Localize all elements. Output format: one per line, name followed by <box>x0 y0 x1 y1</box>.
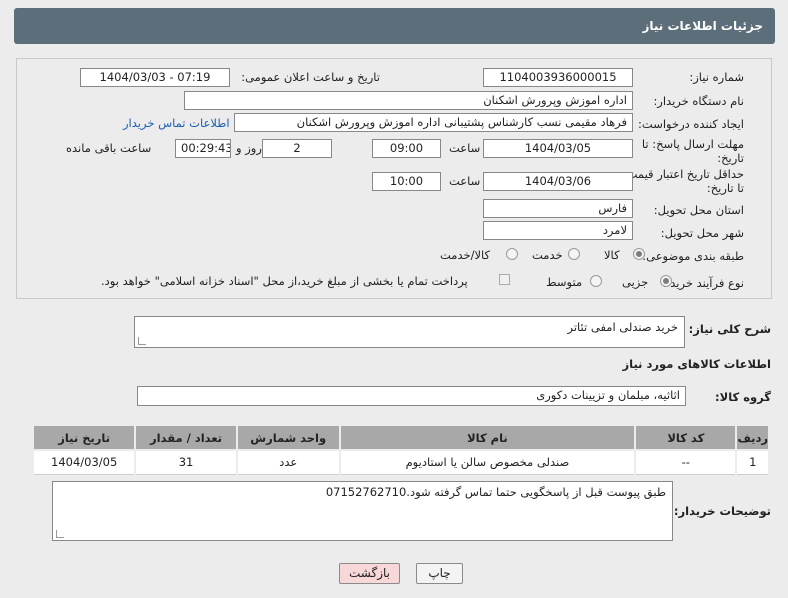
delivery-province-field: فارس <box>483 199 633 218</box>
reply-deadline-time-field: 09:00 <box>372 139 441 158</box>
reply-deadline-date-field: 1404/03/05 <box>483 139 633 158</box>
table-header-row: ردیف کد کالا نام کالا واحد شمارش تعداد /… <box>31 424 770 451</box>
category-radio-goods-service[interactable] <box>506 248 518 260</box>
purchase-process-label: نوع فرآیند خرید : <box>662 276 744 290</box>
treasury-note: پرداخت تمام یا بخشی از مبلغ خرید،از محل … <box>101 274 468 288</box>
description-text: خرید صندلی امفی تئاتر <box>567 320 679 334</box>
need-number-label: شماره نیاز: <box>689 70 744 84</box>
requester-label: ایجاد کننده درخواست: <box>638 117 744 131</box>
buyer-org-field: اداره اموزش وپرورش اشکنان <box>184 91 633 110</box>
delivery-province-label: استان محل تحویل: <box>653 203 744 217</box>
announce-datetime-field: 1404/03/03 - 07:19 <box>80 68 230 87</box>
price-validity-label-2: تا تاریخ: <box>706 181 744 195</box>
page-title: جزئیات اطلاعات نیاز <box>642 19 763 33</box>
cell-quantity: 31 <box>134 449 238 475</box>
treasury-checkbox[interactable] <box>499 274 510 285</box>
reply-deadline-label-2: تاریخ: <box>717 151 744 165</box>
reply-deadline-label: مهلت ارسال پاسخ: تا <box>641 137 744 151</box>
cell-item-name: صندلی مخصوص سالن یا استادیوم <box>338 449 637 475</box>
process-option-minor: جزیی <box>622 275 649 289</box>
need-number-field: 1104003936000015 <box>483 68 633 87</box>
delivery-city-field: لامرد <box>483 221 633 240</box>
remaining-time-label: ساعت باقی مانده <box>66 141 152 155</box>
col-row-number: ردیف <box>735 424 770 451</box>
goods-group-field: اثاثیه، مبلمان و تزیینات دکوری <box>137 386 686 406</box>
goods-group-label: گروه کالا: <box>715 390 771 404</box>
goods-table: ردیف کد کالا نام کالا واحد شمارش تعداد /… <box>31 424 770 475</box>
description-label: شرح کلی نیاز: <box>688 322 771 336</box>
category-radio-goods[interactable] <box>633 248 645 260</box>
remaining-time-field: 00:29:43 <box>175 139 231 158</box>
price-validity-time-field: 10:00 <box>372 172 441 191</box>
col-item-name: نام کالا <box>338 424 637 451</box>
announce-datetime-label: تاریخ و ساعت اعلان عمومی: <box>241 70 380 84</box>
category-radio-service[interactable] <box>568 248 580 260</box>
requester-field: فرهاد مقیمی نسب کارشناس پشتیبانی اداره ا… <box>234 113 633 132</box>
table-row: 1 -- صندلی مخصوص سالن یا استادیوم عدد 31… <box>31 449 770 475</box>
resize-grip-icon[interactable] <box>56 530 64 538</box>
price-validity-time-label: ساعت <box>449 174 481 188</box>
category-label: طبقه بندی موضوعی: <box>642 249 744 263</box>
process-option-medium: متوسط <box>546 275 583 289</box>
process-radio-medium[interactable] <box>590 275 602 287</box>
back-button[interactable]: بازگشت <box>339 563 400 584</box>
process-radio-minor[interactable] <box>660 275 672 287</box>
buyer-notes-field: طبق پیوست قبل از پاسخگویی حتما تماس گرفت… <box>52 481 673 541</box>
buyer-org-label: نام دستگاه خریدار: <box>653 94 744 108</box>
category-option-goods: کالا <box>604 248 620 262</box>
delivery-city-label: شهر محل تحویل: <box>660 226 744 240</box>
reply-deadline-time-label: ساعت <box>449 141 481 155</box>
remaining-days-field: 2 <box>262 139 332 158</box>
buyer-contact-link[interactable]: اطلاعات تماس خریدار <box>123 116 230 130</box>
description-field: خرید صندلی امفی تئاتر <box>134 316 685 348</box>
col-quantity: تعداد / مقدار <box>134 424 238 451</box>
days-label: روز و <box>236 141 262 155</box>
cell-need-date: 1404/03/05 <box>31 449 137 475</box>
buyer-notes-label: توضیحات خریدار: <box>673 504 771 518</box>
buyer-notes-text: طبق پیوست قبل از پاسخگویی حتما تماس گرفت… <box>325 485 666 499</box>
category-option-service: خدمت <box>532 248 563 262</box>
col-need-date: تاریخ نیاز <box>31 424 137 451</box>
cell-row-number: 1 <box>735 449 770 475</box>
resize-grip-icon[interactable] <box>138 337 146 345</box>
price-validity-label: حداقل تاریخ اعتبار قیمت: <box>622 167 744 181</box>
col-item-code: کد کالا <box>634 424 738 451</box>
category-option-goods-service: کالا/خدمت <box>440 248 491 262</box>
col-unit: واحد شمارش <box>235 424 341 451</box>
print-button[interactable]: چاپ <box>416 563 463 584</box>
price-validity-date-field: 1404/03/06 <box>483 172 633 191</box>
cell-unit: عدد <box>235 449 341 475</box>
goods-section-title: اطلاعات کالاهای مورد نیاز <box>622 357 771 371</box>
cell-item-code: -- <box>634 449 738 475</box>
page-header: جزئیات اطلاعات نیاز <box>14 8 775 44</box>
